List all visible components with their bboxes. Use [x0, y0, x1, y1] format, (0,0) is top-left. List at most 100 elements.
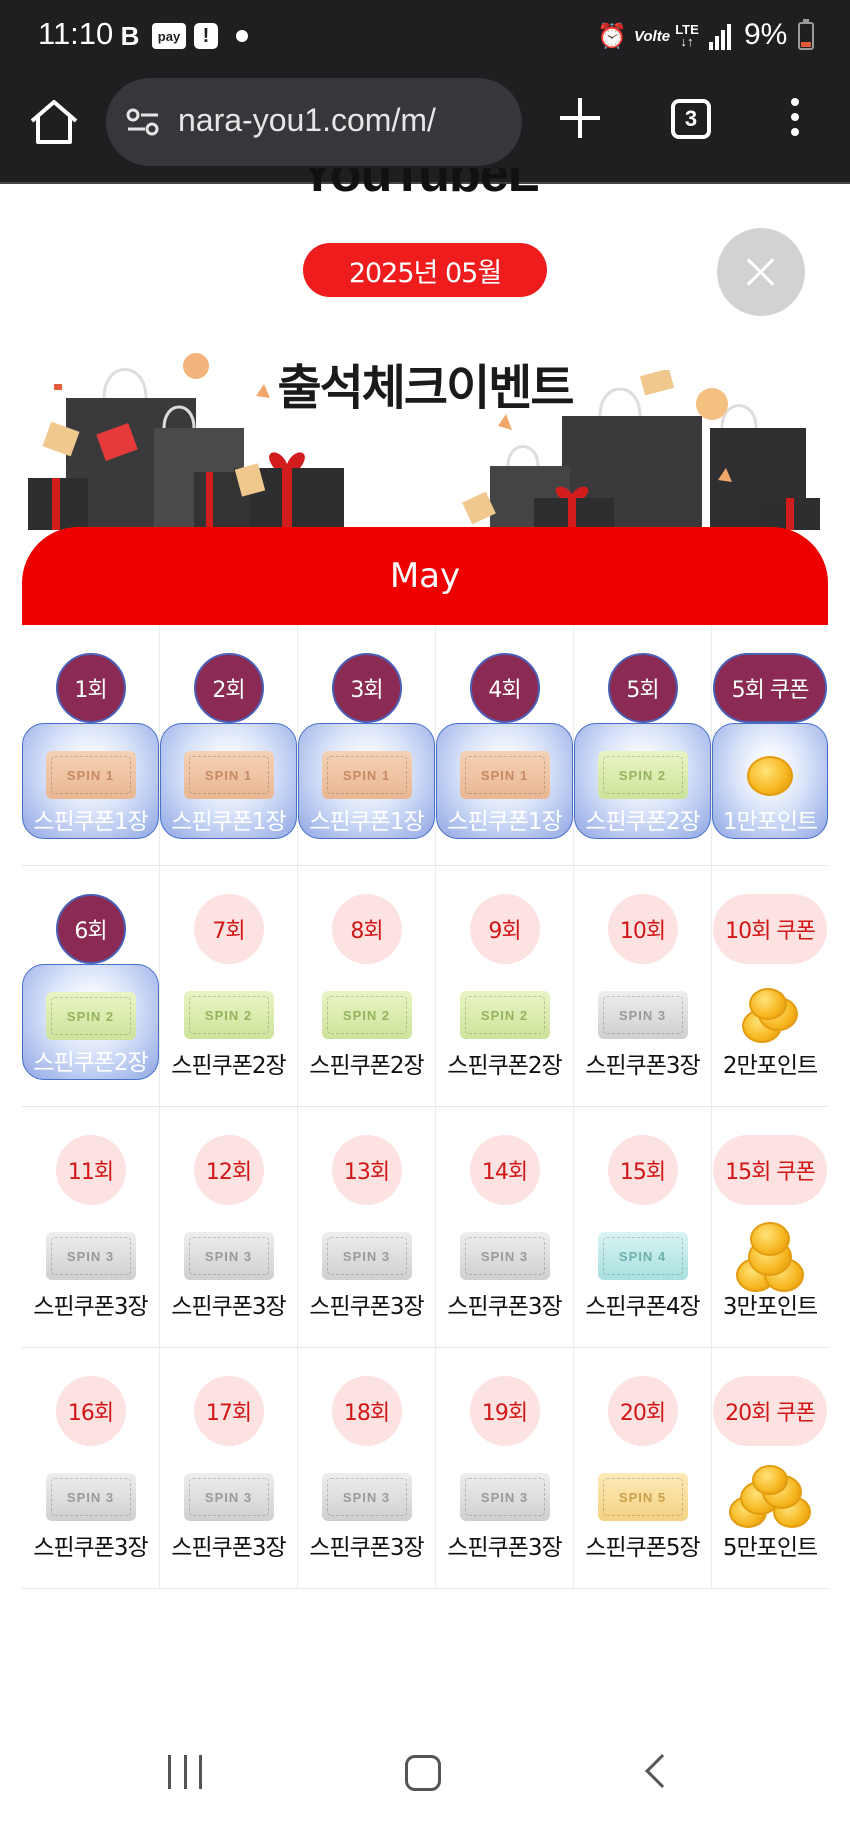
spin-ticket-icon: SPIN 1 [459, 751, 550, 799]
site-title: YouTubeL [300, 168, 560, 206]
calendar-cell[interactable]: 2회 SPIN 1 스핀쿠폰1장 [160, 625, 298, 865]
calendar-cell[interactable]: 5회 쿠폰 1만포인트 [712, 625, 828, 865]
spin-ticket-icon: SPIN 3 [597, 991, 688, 1039]
calendar-cell[interactable]: 13회 SPIN 3 스핀쿠폰3장 [298, 1107, 436, 1347]
day-badge: 10회 쿠폰 [713, 894, 827, 964]
spin-ticket-icon: SPIN 2 [321, 991, 412, 1039]
reward-label: 스핀쿠폰1장 [171, 809, 286, 835]
status-bar: 11:10 B pay ! ⏰ Volte LTE ↓↑ 9% [0, 0, 850, 72]
reward-box: SPIN 2 스핀쿠폰2장 [436, 964, 573, 1080]
reward-label: 스핀쿠폰3장 [171, 1535, 286, 1561]
coin-icon [752, 1465, 788, 1495]
reward-box: 3만포인트 [712, 1205, 828, 1321]
reward-box: SPIN 2 스핀쿠폰2장 [298, 964, 435, 1080]
day-badge: 14회 [469, 1135, 540, 1205]
reward-box: SPIN 3 스핀쿠폰3장 [22, 1205, 159, 1321]
url-text[interactable]: nara-you1.com/m/ [178, 102, 436, 139]
reward-box-claimed: SPIN 1 스핀쿠폰1장 [298, 723, 435, 839]
day-badge: 18회 [331, 1376, 402, 1446]
new-tab-icon[interactable] [560, 98, 600, 138]
reward-box: SPIN 3 스핀쿠폰3장 [298, 1205, 435, 1321]
pay-icon: pay [152, 23, 186, 49]
calendar-cell[interactable]: 1회 SPIN 1 스핀쿠폰1장 [22, 625, 160, 865]
calendar-cell[interactable]: 9회 SPIN 2 스핀쿠폰2장 [436, 866, 574, 1106]
calendar-cell[interactable]: 20회 SPIN 5 스핀쿠폰5장 [574, 1348, 712, 1588]
spin-ticket-icon: SPIN 3 [459, 1473, 550, 1521]
alarm-icon: ⏰ [597, 22, 627, 50]
back-icon[interactable] [645, 1754, 679, 1788]
spin-ticket-icon: SPIN 3 [183, 1232, 274, 1280]
calendar-cell[interactable]: 10회 SPIN 3 스핀쿠폰3장 [574, 866, 712, 1106]
signal-icon [708, 22, 734, 50]
reward-label: 1만포인트 [722, 809, 818, 835]
reward-label: 스핀쿠폰3장 [447, 1294, 562, 1320]
reward-label: 스핀쿠폰3장 [33, 1294, 148, 1320]
calendar-cell[interactable]: 10회 쿠폰 2만포인트 [712, 866, 828, 1106]
spin-ticket-icon: SPIN 3 [321, 1232, 412, 1280]
coin-icon [747, 756, 793, 796]
calendar-cell[interactable]: 20회 쿠폰 5만포인트 [712, 1348, 828, 1588]
spin-ticket-icon: SPIN 2 [597, 751, 688, 799]
calendar-cell[interactable]: 7회 SPIN 2 스핀쿠폰2장 [160, 866, 298, 1106]
attendance-calendar: 1회 SPIN 1 스핀쿠폰1장 2회 SPIN 1 스핀쿠폰1장 3회 SPIN 1 스핀쿠폰… [22, 625, 828, 1589]
day-badge: 20회 [607, 1376, 678, 1446]
calendar-cell[interactable]: 5회 SPIN 2 스핀쿠폰2장 [574, 625, 712, 865]
calendar-cell[interactable]: 19회 SPIN 3 스핀쿠폰3장 [436, 1348, 574, 1588]
calendar-cell[interactable]: 16회 SPIN 3 스핀쿠폰3장 [22, 1348, 160, 1588]
calendar-row: 6회 SPIN 2 스핀쿠폰2장 7회 SPIN 2 스핀쿠폰2장 8회 SPIN 2 스핀쿠폰… [22, 866, 828, 1107]
coin-icon [749, 988, 787, 1020]
calendar-cell[interactable]: 12회 SPIN 3 스핀쿠폰3장 [160, 1107, 298, 1347]
calendar-cell[interactable]: 3회 SPIN 1 스핀쿠폰1장 [298, 625, 436, 865]
spin-ticket-icon: SPIN 2 [459, 991, 550, 1039]
reward-label: 5만포인트 [722, 1535, 818, 1561]
reward-label: 스핀쿠폰2장 [309, 1053, 424, 1079]
reward-box: SPIN 3 스핀쿠폰3장 [574, 964, 711, 1080]
reward-box: 5만포인트 [712, 1446, 828, 1562]
reward-label: 스핀쿠폰4장 [585, 1294, 700, 1320]
day-badge: 19회 [469, 1376, 540, 1446]
reward-box: 2만포인트 [712, 964, 828, 1080]
reward-box-claimed: SPIN 2 스핀쿠폰2장 [22, 964, 159, 1080]
spin-ticket-icon: SPIN 3 [459, 1232, 550, 1280]
home-icon[interactable] [26, 94, 82, 150]
reward-label: 스핀쿠폰5장 [585, 1535, 700, 1561]
spin-ticket-icon: SPIN 3 [45, 1232, 136, 1280]
day-badge: 1회 [55, 653, 126, 723]
spin-ticket-icon: SPIN 2 [183, 991, 274, 1039]
calendar-cell[interactable]: 15회 쿠폰 3만포인트 [712, 1107, 828, 1347]
reward-label: 스핀쿠폰1장 [309, 809, 424, 835]
calendar-cell[interactable]: 8회 SPIN 2 스핀쿠폰2장 [298, 866, 436, 1106]
day-badge: 12회 [193, 1135, 264, 1205]
site-settings-icon[interactable] [126, 106, 160, 138]
reward-label: 스핀쿠폰1장 [33, 809, 148, 835]
menu-dots-icon[interactable] [788, 98, 802, 140]
calendar-cell[interactable]: 6회 SPIN 2 스핀쿠폰2장 [22, 866, 160, 1106]
calendar-cell[interactable]: 4회 SPIN 1 스핀쿠폰1장 [436, 625, 574, 865]
calendar-cell[interactable]: 11회 SPIN 3 스핀쿠폰3장 [22, 1107, 160, 1347]
spin-ticket-icon: SPIN 1 [321, 751, 412, 799]
day-badge: 5회 [607, 653, 678, 723]
calendar-cell[interactable]: 17회 SPIN 3 스핀쿠폰3장 [160, 1348, 298, 1588]
spin-ticket-icon: SPIN 3 [45, 1473, 136, 1521]
close-button[interactable] [717, 228, 805, 316]
reward-label: 스핀쿠폰3장 [33, 1535, 148, 1561]
day-badge: 15회 쿠폰 [713, 1135, 827, 1205]
day-badge: 4회 [469, 653, 540, 723]
nav-home-icon[interactable] [405, 1755, 441, 1791]
day-badge: 17회 [193, 1376, 264, 1446]
calendar-cell[interactable]: 18회 SPIN 3 스핀쿠폰3장 [298, 1348, 436, 1588]
day-badge: 15회 [607, 1135, 678, 1205]
reward-box: SPIN 3 스핀쿠폰3장 [160, 1205, 297, 1321]
reward-label: 스핀쿠폰2장 [585, 809, 700, 835]
spin-ticket-icon: SPIN 2 [45, 992, 136, 1040]
tab-switcher-button[interactable]: 3 [671, 99, 711, 139]
calendar-cell[interactable]: 15회 SPIN 4 스핀쿠폰4장 [574, 1107, 712, 1347]
reward-label: 3만포인트 [722, 1294, 818, 1320]
spin-ticket-icon: SPIN 4 [597, 1232, 688, 1280]
b-icon: B [120, 20, 140, 51]
reward-label: 스핀쿠폰1장 [447, 809, 562, 835]
url-bar[interactable]: nara-you1.com/m/ [106, 78, 522, 166]
calendar-cell[interactable]: 14회 SPIN 3 스핀쿠폰3장 [436, 1107, 574, 1347]
day-badge: 8회 [331, 894, 402, 964]
recents-icon[interactable] [168, 1755, 202, 1789]
